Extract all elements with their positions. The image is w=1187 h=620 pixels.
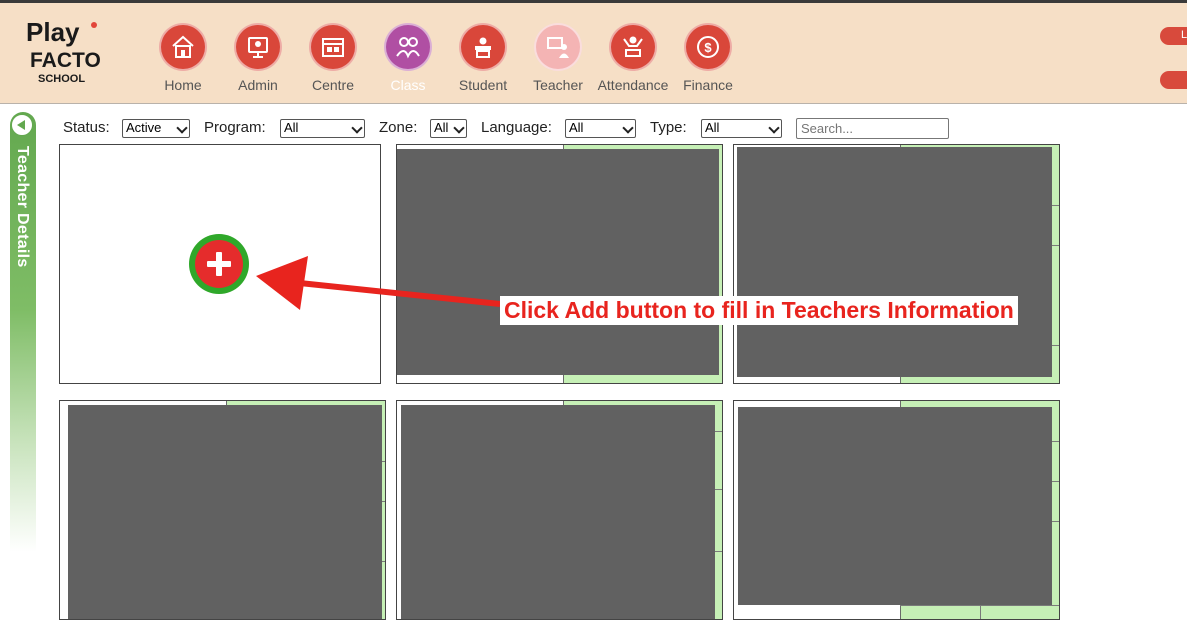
app-header: Play FACTO SCHOOL Home Admin Centre Clas… [0,3,1187,104]
collapse-arrow-icon[interactable] [11,114,33,136]
teacher-card[interactable] [396,144,723,384]
logo-line1: Play [26,17,80,47]
teacher-card[interactable] [733,400,1060,620]
nav-class-label: Class [390,77,426,93]
nav-attendance[interactable]: Attendance [593,23,673,93]
status-label: Status: [63,119,110,136]
svg-text:$: $ [704,40,712,55]
program-select[interactable]: All [280,119,365,138]
teacher-card[interactable] [396,400,723,620]
teacher-card[interactable] [59,400,386,620]
nav-centre[interactable]: Centre [293,23,373,93]
nav-finance-label: Finance [683,77,733,93]
centre-icon [309,23,357,71]
program-label: Program: [204,119,266,136]
type-select[interactable]: All [701,119,782,138]
redacted-teacher-info [68,405,382,619]
attendance-icon [609,23,657,71]
redacted-teacher-info [401,405,715,619]
teacher-card[interactable] [733,144,1060,384]
status-select[interactable]: Active [122,119,190,138]
class-icon [384,23,432,71]
plus-icon [195,240,243,288]
teacher-icon [534,23,582,71]
student-icon [459,23,507,71]
search-input[interactable] [796,118,949,139]
nav-home-label: Home [164,77,202,93]
header-right-button-top[interactable]: L [1160,27,1187,45]
redacted-teacher-info [738,407,1052,605]
side-tab-label: Teacher Details [14,146,31,268]
nav-student[interactable]: Student [443,23,523,93]
nav-attendance-label: Attendance [597,77,669,93]
nav-admin[interactable]: Admin [218,23,298,93]
logo-line3: SCHOOL [38,73,85,85]
nav-home[interactable]: Home [143,23,223,93]
redacted-teacher-info [397,149,719,375]
add-teacher-button[interactable] [189,234,249,294]
nav-finance[interactable]: $ Finance [668,23,748,93]
language-label: Language: [481,119,552,136]
playfacto-logo[interactable]: Play FACTO SCHOOL [24,17,116,89]
nav-class[interactable]: Class [368,23,448,93]
language-select[interactable]: All [565,119,636,138]
teacher-details-side-tab[interactable]: Teacher Details [10,112,36,552]
admin-icon [234,23,282,71]
nav-admin-label: Admin [238,77,278,93]
header-right-button-bottom[interactable] [1160,71,1187,89]
nav-teacher[interactable]: Teacher [518,23,598,93]
type-label: Type: [650,119,687,136]
nav-centre-label: Centre [311,77,355,93]
nav-student-label: Student [458,77,508,93]
annotation-callout: Click Add button to fill in Teachers Inf… [500,296,1018,325]
zone-label: Zone: [379,119,418,136]
zone-select[interactable]: All [430,119,467,138]
logo-line2: FACTO [30,49,101,72]
finance-icon: $ [684,23,732,71]
nav-teacher-label: Teacher [533,77,583,93]
redacted-teacher-info [737,147,1052,377]
home-icon [159,23,207,71]
